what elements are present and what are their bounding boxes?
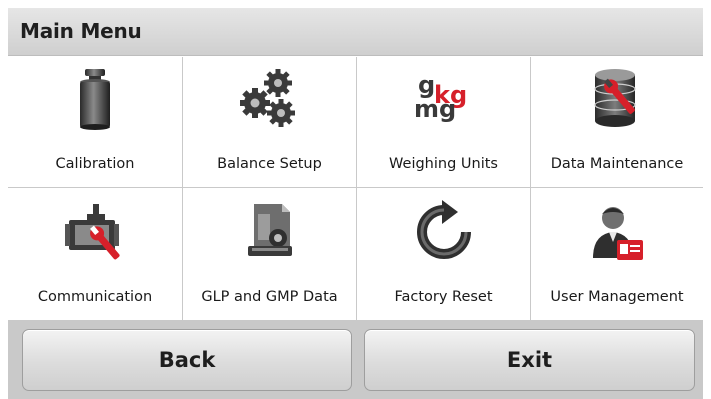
main-menu-screen: Main Menu Calibration Balance Setup g kg… bbox=[8, 8, 703, 399]
weighing-units-icon: g kg mg bbox=[414, 71, 467, 123]
menu-item-label: Communication bbox=[37, 289, 153, 305]
user-badge-icon bbox=[593, 207, 643, 260]
menu-item-balance-setup[interactable]: Balance Setup bbox=[183, 57, 357, 188]
menu-item-user-management[interactable]: User Management bbox=[531, 188, 703, 320]
unit-mg-text: mg bbox=[414, 95, 456, 123]
reset-arrow-icon bbox=[416, 200, 471, 259]
gears-icon bbox=[239, 69, 295, 127]
menu-item-label: Balance Setup bbox=[217, 156, 322, 172]
menu-item-data-maintenance[interactable]: Data Maintenance bbox=[531, 57, 703, 188]
back-button[interactable]: Back bbox=[22, 329, 352, 391]
bottom-bar: Back Exit bbox=[8, 320, 703, 399]
document-icon bbox=[247, 204, 292, 256]
menu-item-label: GLP and GMP Data bbox=[201, 289, 338, 305]
calibration-weight-icon bbox=[80, 69, 110, 130]
title-bar: Main Menu bbox=[8, 8, 703, 56]
menu-item-weighing-units[interactable]: g kg mg Weighing Units bbox=[357, 57, 531, 188]
page-title: Main Menu bbox=[20, 19, 142, 43]
menu-item-calibration[interactable]: Calibration bbox=[8, 57, 183, 188]
menu-item-communication[interactable]: Communication bbox=[8, 188, 183, 320]
menu-grid: Calibration Balance Setup g kg mg Weighi… bbox=[8, 57, 703, 320]
database-wrench-icon bbox=[594, 69, 636, 127]
exit-button[interactable]: Exit bbox=[364, 329, 695, 391]
menu-item-glp-gmp-data[interactable]: GLP and GMP Data bbox=[183, 188, 357, 320]
menu-item-label: Weighing Units bbox=[389, 156, 498, 172]
menu-item-label: Factory Reset bbox=[394, 289, 493, 305]
menu-item-label: Data Maintenance bbox=[550, 156, 684, 172]
menu-item-label: Calibration bbox=[55, 156, 135, 172]
communication-wrench-icon bbox=[65, 204, 120, 260]
menu-item-factory-reset[interactable]: Factory Reset bbox=[357, 188, 531, 320]
menu-item-label: User Management bbox=[550, 289, 684, 305]
